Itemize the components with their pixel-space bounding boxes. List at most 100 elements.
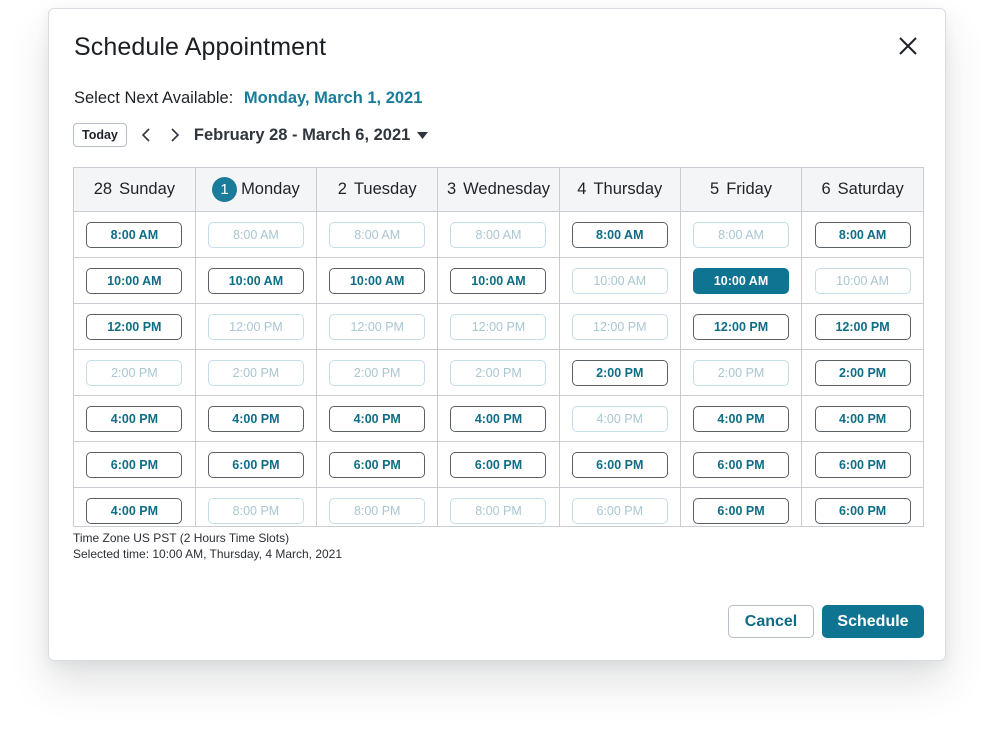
day-header-label: 28 Sunday [94,180,175,199]
time-slot-button-available[interactable]: 4:00 PM [86,497,183,524]
day-header-tuesday: 2 Tuesday [316,168,439,212]
day-number: 28 [93,180,113,198]
time-slot-button-unavailable: 12:00 PM [450,313,547,340]
time-slot-button-available[interactable]: 4:00 PM [207,405,304,432]
slot-cell: 2:00 PM [316,349,439,396]
slot-cell: 10:00 AM [74,257,196,304]
time-slot-button-available[interactable]: 12:00 PM [693,313,790,340]
next-week-button[interactable] [165,125,185,145]
day-header-label: 2 Tuesday [338,180,417,199]
time-slot-button-available[interactable]: 4:00 PM [86,405,183,432]
time-slot-button-available[interactable]: 4:00 PM [329,405,426,432]
slot-cell: 12:00 PM [316,303,439,350]
day-number: 2 [337,180,347,198]
day-number: 4 [577,180,587,198]
slot-cell: 10:00 AM [559,257,681,304]
slot-cell: 4:00 PM [195,395,318,442]
time-slot-button-available[interactable]: 6:00 PM [329,451,426,478]
prev-week-button[interactable] [136,125,156,145]
slot-cell: 8:00 PM [437,487,560,526]
slot-cell: 12:00 PM [680,303,803,350]
chevron-right-icon [171,128,180,142]
day-name: Tuesday [353,180,417,198]
close-icon[interactable] [897,35,919,57]
time-slot-button-available[interactable]: 10:00 AM [450,267,547,294]
table-row: 4:00 PM 4:00 PM 4:00 PM 4:00 PM 4:00 PM 4:00 … [74,395,923,442]
time-slot-button-available[interactable]: 6:00 PM [450,451,547,478]
time-slot-button-unavailable: 6:00 PM [571,497,668,524]
time-slot-button-available[interactable]: 10:00 AM [207,267,304,294]
day-header-row: 28 Sunday 1 Monday 2 Tuesday 3 Wednesday 4 Thursd… [74,168,923,212]
slot-cell: 6:00 PM [316,441,439,488]
next-available-row: Select Next Available: Monday, March 1, … [74,89,422,108]
next-available-date-link[interactable]: Monday, March 1, 2021 [244,89,423,107]
slot-cell: 4:00 PM [801,395,923,442]
time-slot-button-unavailable: 10:00 AM [814,267,911,294]
time-slot-button-selected[interactable]: 10:00 AM [693,267,790,294]
today-button[interactable]: Today [73,123,127,147]
slot-cell: 2:00 PM [680,349,803,396]
time-slot-button-available[interactable]: 10:00 AM [86,267,183,294]
slot-cell: 10:00 AM [195,257,318,304]
day-name: Thursday [593,180,663,198]
dialog-title: Schedule Appointment [74,33,327,61]
time-slot-button-available[interactable]: 10:00 AM [329,267,426,294]
day-name: Wednesday [463,180,550,198]
time-slot-button-available[interactable]: 6:00 PM [814,451,911,478]
time-slot-button-available[interactable]: 6:00 PM [86,451,183,478]
schedule-button[interactable]: Schedule [822,605,924,638]
time-slot-button-available[interactable]: 8:00 AM [814,221,911,248]
time-slot-button-available[interactable]: 2:00 PM [571,359,668,386]
slot-cell: 6:00 PM [437,441,560,488]
time-slot-button-unavailable: 8:00 AM [693,221,790,248]
time-slot-button-available[interactable]: 4:00 PM [814,405,911,432]
time-slot-button-available[interactable]: 6:00 PM [693,497,790,524]
day-name: Friday [726,180,773,198]
time-slot-button-available[interactable]: 6:00 PM [571,451,668,478]
day-header-label: 4 Thursday [577,180,662,199]
time-slot-button-available[interactable]: 12:00 PM [86,313,183,340]
slot-cell: 6:00 PM [680,487,803,526]
time-slot-button-available[interactable]: 8:00 AM [86,221,183,248]
chevron-left-icon [141,128,150,142]
time-slot-button-available[interactable]: 8:00 AM [571,221,668,248]
slot-cell: 10:00 AM [316,257,439,304]
day-number: 3 [446,180,457,198]
cancel-button[interactable]: Cancel [728,605,814,638]
slot-cell: 8:00 AM [74,211,196,258]
slot-cell: 4:00 PM [74,395,196,442]
time-slot-button-available[interactable]: 6:00 PM [814,497,911,524]
slot-cell: 12:00 PM [195,303,318,350]
table-row: 12:00 PM 12:00 PM 12:00 PM 12:00 PM 12:00 PM… [74,303,923,350]
caret-down-icon [417,131,429,139]
day-header-label: 3 Wednesday [447,180,550,199]
time-slot-button-available[interactable]: 4:00 PM [450,405,547,432]
day-name: Sunday [119,180,176,198]
time-slot-button-available[interactable]: 6:00 PM [693,451,790,478]
slot-cell: 4:00 PM [316,395,439,442]
slot-cell: 4:00 PM [437,395,560,442]
slot-cell: 8:00 AM [437,211,560,258]
time-slot-table: 28 Sunday 1 Monday 2 Tuesday 3 Wednesday 4 Thursd… [74,168,923,526]
time-slot-button-available[interactable]: 12:00 PM [814,313,911,340]
time-slot-button-available[interactable]: 2:00 PM [814,359,911,386]
slot-cell: 8:00 AM [801,211,923,258]
table-row: 4:00 PM 8:00 PM 8:00 PM 8:00 PM 6:00 PM 6:00 … [74,487,923,526]
day-header-label: 1 Monday [212,177,300,202]
time-slot-button-available[interactable]: 6:00 PM [207,451,304,478]
slot-cell: 10:00 AM [801,257,923,304]
slot-cell: 12:00 PM [437,303,560,350]
time-slot-button-unavailable: 2:00 PM [450,359,547,386]
time-slot-button-unavailable: 12:00 PM [207,313,304,340]
week-range-dropdown[interactable]: February 28 - March 6, 2021 [194,126,429,145]
timezone-note: Time Zone US PST (2 Hours Time Slots) [73,531,290,545]
slot-cell: 6:00 PM [801,487,923,526]
day-name: Monday [241,180,300,198]
time-slot-button-unavailable: 4:00 PM [571,405,668,432]
week-navigation: Today February 28 - March 6, 2021 [73,122,429,148]
time-slot-grid: 28 Sunday 1 Monday 2 Tuesday 3 Wednesday 4 Thursd… [73,167,924,527]
time-slot-button-unavailable: 2:00 PM [86,359,183,386]
slot-cell: 12:00 PM [559,303,681,350]
table-row: 2:00 PM 2:00 PM 2:00 PM 2:00 PM 2:00 PM 2:00 … [74,349,923,396]
time-slot-button-available[interactable]: 4:00 PM [693,405,790,432]
